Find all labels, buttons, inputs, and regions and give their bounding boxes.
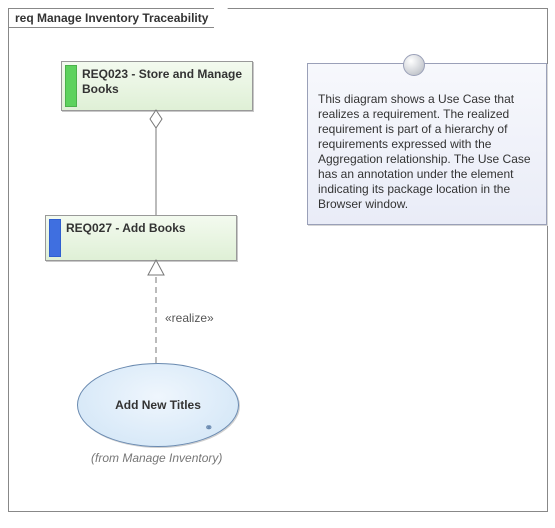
- requirement-req023[interactable]: REQ023 - Store and Manage Books: [61, 61, 253, 111]
- usecase-label: Add New Titles: [115, 398, 201, 412]
- realize-connector: [148, 260, 164, 363]
- frame-title-tab: req Manage Inventory Traceability: [8, 8, 228, 28]
- requirement-req027[interactable]: REQ027 - Add Books: [45, 215, 237, 261]
- usecase-add-new-titles[interactable]: Add New Titles ⚭: [77, 363, 239, 447]
- requirement-label: REQ023 - Store and Manage Books: [82, 67, 246, 105]
- glasses-icon: ⚭: [205, 423, 212, 434]
- usecase-from-label: (from Manage Inventory): [91, 451, 222, 465]
- aggregation-connector: [150, 110, 162, 215]
- diagram-frame: req Manage Inventory Traceability REQ023…: [8, 8, 548, 512]
- note-text: This diagram shows a Use Case that reali…: [318, 92, 536, 212]
- realize-label: «realize»: [165, 311, 214, 325]
- diagram-note[interactable]: This diagram shows a Use Case that reali…: [307, 63, 547, 225]
- frame-title-notch: [214, 8, 228, 28]
- pin-icon: [403, 54, 425, 76]
- requirement-leftbar: [65, 65, 77, 107]
- frame-title: req Manage Inventory Traceability: [8, 8, 214, 28]
- requirement-leftbar: [49, 219, 61, 257]
- requirement-label: REQ027 - Add Books: [66, 221, 230, 255]
